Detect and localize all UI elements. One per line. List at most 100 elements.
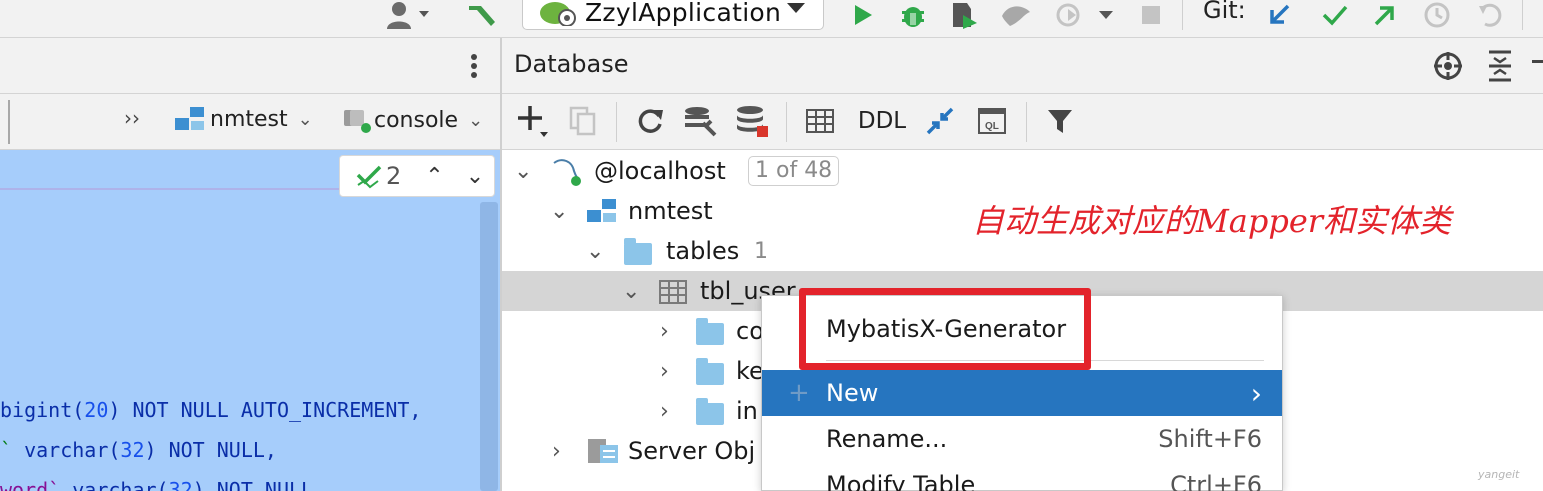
run-configuration-selector[interactable]: ZzylApplication <box>522 0 824 30</box>
data-source-properties-icon[interactable] <box>682 104 718 138</box>
minimize-icon[interactable] <box>1532 60 1543 63</box>
code-line: word` varchar(32) NOT NULL <box>0 478 313 491</box>
console-selector[interactable]: console ⌄ <box>340 106 483 134</box>
git-label: Git: <box>1203 0 1246 24</box>
duplicate-icon <box>566 104 600 138</box>
code-token: 32 <box>168 478 193 491</box>
chevron-down-icon[interactable]: ⌄ <box>550 199 568 224</box>
host-count-badge: 1 of 48 <box>748 156 840 186</box>
mysql-icon <box>550 155 586 193</box>
database-title: Database <box>514 50 629 78</box>
collapse-all-icon[interactable] <box>1486 50 1516 84</box>
folder-icon <box>696 358 724 385</box>
schema-icon <box>175 107 204 130</box>
code-line: bigint(20) NOT NULL AUTO_INCREMENT, <box>0 398 421 422</box>
coverage-icon[interactable] <box>946 0 982 30</box>
inspection-ok-icon <box>356 165 382 189</box>
previous-highlight-button[interactable]: ⌃ <box>425 164 443 189</box>
code-token: 32 <box>120 438 145 462</box>
breadcrumb-overflow-button[interactable]: ›› <box>124 106 140 130</box>
folder-icon <box>624 238 652 265</box>
tree-node-columns-label: co <box>736 317 764 345</box>
code-token: bigint( <box>0 398 85 422</box>
tree-node-indexes-label: in <box>736 397 758 425</box>
debug-icon[interactable] <box>896 0 930 30</box>
compare-icon[interactable] <box>922 104 958 138</box>
chevron-right-icon[interactable]: › <box>660 319 669 344</box>
user-icon[interactable] <box>380 0 436 30</box>
code-token: varchar( <box>24 438 121 462</box>
schema-icon <box>586 198 618 230</box>
menu-item-label: New <box>826 379 879 407</box>
plus-icon: + <box>788 378 810 408</box>
inspection-count: 2 <box>386 162 402 190</box>
tree-node-host[interactable]: ⌄ @localhost 1 of 48 <box>502 151 1543 191</box>
server-objects-icon <box>586 437 620 471</box>
database-toolbar: DDL QL <box>502 94 1543 150</box>
inspection-widget[interactable]: 2 ⌃ ⌄ <box>339 155 495 197</box>
folder-icon <box>696 318 724 345</box>
filter-icon[interactable] <box>1042 104 1078 138</box>
menu-item-label: Modify Table <box>826 471 976 491</box>
chevron-down-icon[interactable]: ⌄ <box>622 279 640 304</box>
schema-selector-label: nmtest <box>210 106 288 132</box>
chevron-down-icon[interactable] <box>1094 0 1118 30</box>
query-console-icon[interactable]: QL <box>974 104 1010 138</box>
code-token: word` <box>0 478 73 491</box>
ddl-button[interactable]: DDL <box>854 104 910 138</box>
attach-debugger-icon[interactable] <box>1050 0 1090 30</box>
more-vertical-icon[interactable] <box>464 52 484 80</box>
toolbar-separator <box>1026 102 1027 142</box>
tree-node-schema-label: nmtest <box>628 197 713 225</box>
chevron-down-icon[interactable]: ⌄ <box>586 239 604 264</box>
code-token: 20 <box>84 398 109 422</box>
chevron-right-icon: › <box>1250 376 1262 410</box>
code-token: ` <box>0 438 25 462</box>
editor-scrollbar[interactable] <box>480 202 498 491</box>
chevron-right-icon[interactable]: › <box>552 439 561 464</box>
tree-node-tables-label: tables <box>666 237 740 265</box>
sql-editor[interactable]: 2 ⌃ ⌄ bigint(20) NOT NULL AUTO_INCREMENT… <box>0 150 500 491</box>
annotation-text: 自动生成对应的Mapper和实体类 <box>972 202 1452 240</box>
toolbar-separator <box>786 102 787 142</box>
toolbar-separator <box>1522 0 1523 30</box>
git-update-icon[interactable] <box>1262 0 1296 30</box>
add-icon[interactable] <box>516 104 552 138</box>
code-token: ) NOT NULL <box>192 478 314 491</box>
chevron-right-icon[interactable]: › <box>660 399 669 424</box>
disconnect-icon[interactable] <box>734 104 770 138</box>
schema-selector[interactable]: nmtest ⌄ <box>174 106 313 132</box>
code-token: ) NOT NULL AUTO_INCREMENT, <box>108 398 422 422</box>
menu-item-shortcut: Ctrl+F6 <box>1170 471 1262 491</box>
rollback-icon[interactable] <box>1474 0 1508 30</box>
menu-item-rename[interactable]: Rename... Shift+F6 <box>762 416 1282 462</box>
editor-toolbar: ›› nmtest ⌄ console ⌄ <box>0 94 500 150</box>
table-editor-icon[interactable] <box>802 104 838 138</box>
locate-icon[interactable] <box>1432 50 1466 84</box>
refresh-icon[interactable] <box>632 104 668 138</box>
folder-icon <box>696 398 724 425</box>
tree-node-keys-label: ke <box>736 357 764 385</box>
run-icon[interactable] <box>846 0 880 30</box>
chevron-right-icon[interactable]: › <box>660 359 669 384</box>
profile-icon[interactable] <box>998 0 1034 30</box>
toolbar-separator <box>1182 0 1183 30</box>
hammer-icon[interactable] <box>462 0 502 30</box>
watermark: yangeit <box>1478 468 1520 481</box>
svg-text:QL: QL <box>985 121 999 132</box>
database-tool-window-header: Database <box>502 38 1543 94</box>
chevron-down-icon[interactable]: ⌄ <box>514 159 532 184</box>
git-commit-icon[interactable] <box>1318 0 1352 30</box>
menu-item-new[interactable]: + New › <box>762 370 1282 416</box>
history-icon[interactable] <box>1420 0 1454 30</box>
git-push-icon[interactable] <box>1368 0 1402 30</box>
stop-icon[interactable] <box>1136 0 1166 30</box>
main-toolbar: ZzylApplication Git: <box>0 0 1543 38</box>
run-configuration-label: ZzylApplication <box>585 0 782 27</box>
menu-item-label: Rename... <box>826 425 948 453</box>
next-highlight-button[interactable]: ⌄ <box>466 164 484 189</box>
menu-item-modify-table[interactable]: Modify Table Ctrl+F6 <box>762 462 1282 491</box>
tables-count: 1 <box>754 238 768 264</box>
spring-boot-icon <box>539 0 579 30</box>
editor-gutter-marker <box>8 100 10 144</box>
